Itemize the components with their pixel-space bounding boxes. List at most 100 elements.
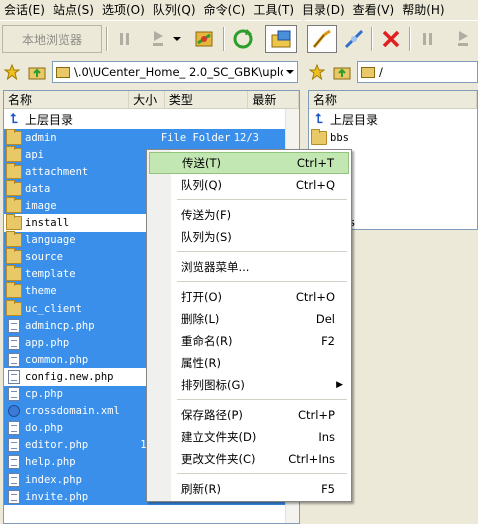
context-menu-item[interactable]: 队列为(S) (149, 226, 349, 248)
column-size[interactable]: 大小 (129, 91, 165, 109)
menu-item-label: 队列为(S) (181, 230, 232, 244)
file-name: source (25, 251, 63, 264)
connect-icon[interactable] (307, 25, 337, 53)
sync-browse-icon[interactable] (190, 25, 218, 53)
context-menu-item[interactable]: 传送为(F) (149, 204, 349, 226)
file-name: image (25, 199, 57, 212)
file-name: api (25, 148, 44, 161)
pause-icon[interactable] (114, 25, 136, 53)
context-menu-item[interactable]: 打开(O) Ctrl+O (149, 286, 349, 308)
right-path-input[interactable]: / (357, 61, 478, 83)
context-menu: 传送(T) Ctrl+T 队列(Q) Ctrl+Q 传送为(F) 队列为(S) 浏览器菜单.… (146, 149, 352, 502)
column-name[interactable]: 名称 (4, 91, 130, 109)
file-name: config.new.php (25, 370, 114, 383)
folder-icon (6, 248, 22, 265)
php-file-icon (8, 318, 20, 333)
folder-icon (361, 66, 375, 78)
play-transfer-icon[interactable] (146, 25, 170, 53)
file-name: install (25, 217, 70, 229)
menu-item-shortcut: Ctrl+P (297, 408, 335, 422)
file-date: 12/3 (233, 131, 259, 144)
context-menu-item[interactable]: 属性(R) (149, 352, 349, 374)
dropdown-arrow-icon[interactable] (171, 25, 183, 53)
menu-item-label: 传送为(F) (181, 208, 232, 222)
disconnect-icon[interactable] (341, 25, 367, 53)
folder-icon (56, 66, 70, 78)
menu-item[interactable]: 工具(T) (249, 0, 298, 20)
menu-item[interactable]: 队列(Q) (149, 0, 200, 20)
play-transfer-icon[interactable] (451, 25, 475, 53)
column-header: 名称 (309, 91, 477, 109)
menu-item[interactable]: 查看(V) (349, 0, 399, 20)
context-menu-item[interactable]: 刷新(R) F5 (149, 478, 349, 500)
context-menu-item[interactable]: 传送(T) Ctrl+T (149, 152, 349, 174)
menu-item-shortcut: Ctrl+Q (295, 178, 335, 192)
dropdown-arrow-icon[interactable] (283, 65, 297, 79)
up-folder-icon[interactable] (333, 64, 351, 83)
menu-item-label: 浏览器菜单... (181, 260, 250, 274)
right-path-text: / (379, 65, 383, 79)
favorites-star-icon[interactable] (308, 63, 326, 83)
file-name: data (25, 182, 51, 195)
php-file-icon (8, 438, 20, 453)
menu-item[interactable]: 命令(C) (200, 0, 250, 20)
php-file-icon (8, 455, 20, 470)
browse-folder-icon[interactable] (265, 25, 297, 53)
context-menu-item[interactable]: 重命名(R) F2 (149, 330, 349, 352)
left-path-input[interactable]: \.0\UCenter_Home_ 2.0_SC_GBK\upload (52, 61, 298, 83)
file-name: help.php (25, 456, 76, 469)
menu-item-label: 重命名(R) (181, 334, 233, 348)
context-menu-item[interactable]: 更改文件夹(C) Ctrl+Ins (149, 448, 349, 470)
file-name: bbs (330, 131, 349, 144)
right-path-bar: / (305, 58, 478, 86)
context-menu-item[interactable]: 建立文件夹(D) Ins (149, 426, 349, 448)
refresh-icon[interactable] (230, 25, 256, 53)
column-name[interactable]: 名称 (309, 91, 477, 109)
toolbar-separator (223, 27, 225, 51)
list-item[interactable]: bbs (309, 128, 477, 146)
menu-item-label: 删除(L) (181, 312, 220, 326)
file-row[interactable]: admin File Folder 12/3 (4, 128, 287, 146)
menu-item-label: 更改文件夹(C) (181, 452, 256, 466)
menu-item[interactable]: 选项(O) (98, 0, 149, 20)
context-menu-item[interactable]: 保存路径(P) Ctrl+P (149, 404, 349, 426)
menu-separator (177, 473, 347, 474)
folder-icon (6, 299, 22, 316)
file-name: attachment (25, 165, 89, 178)
xml-file-icon (8, 405, 20, 418)
file-name: invite.php (25, 490, 89, 503)
menu-item[interactable]: 会话(E) (0, 0, 49, 20)
column-type[interactable]: 类型 (165, 91, 249, 109)
left-path-bar: \.0\UCenter_Home_ 2.0_SC_GBK\upload (0, 58, 302, 86)
menu-item-label: 队列(Q) (181, 178, 223, 192)
file-name: admincp.php (25, 319, 95, 332)
php-file-icon (8, 489, 20, 504)
php-file-icon (8, 352, 20, 367)
favorites-star-icon[interactable] (3, 63, 21, 83)
toolbar-separator (371, 27, 373, 51)
parent-dir-row[interactable]: ⮤ 上层目录 (309, 111, 477, 128)
context-menu-item[interactable]: 排列图标(G) ▶ (149, 374, 349, 396)
up-folder-icon[interactable] (28, 64, 46, 83)
file-name: language (25, 234, 76, 247)
menu-item[interactable]: 站点(S) (49, 0, 98, 20)
pause-icon[interactable] (417, 25, 439, 53)
menu-item-label: 建立文件夹(D) (181, 430, 257, 444)
context-menu-item[interactable]: 浏览器菜单... (149, 256, 349, 278)
menu-item[interactable]: 帮助(H) (398, 0, 448, 20)
parent-dir-row[interactable]: ⮤ 上层目录 (4, 111, 287, 128)
context-menu-item[interactable]: 删除(L) Del (149, 308, 349, 330)
context-menu-item[interactable]: 队列(Q) Ctrl+Q (149, 174, 349, 196)
menu-item[interactable]: 目录(D) (298, 0, 349, 20)
file-name: template (25, 268, 76, 281)
parent-dir-icon: ⮤ (10, 111, 18, 127)
local-browser-button[interactable]: 本地浏览器 (2, 25, 102, 53)
folder-icon (6, 214, 22, 230)
column-modified[interactable]: 最新 (248, 91, 299, 109)
stop-icon[interactable] (379, 25, 403, 53)
file-name: do.php (25, 422, 63, 435)
menu-item-shortcut: F2 (321, 334, 335, 348)
parent-dir-label: 上层目录 (25, 113, 74, 127)
folder-icon (6, 265, 22, 282)
left-path-text: \.0\UCenter_Home_ 2.0_SC_GBK\upload (74, 65, 283, 79)
